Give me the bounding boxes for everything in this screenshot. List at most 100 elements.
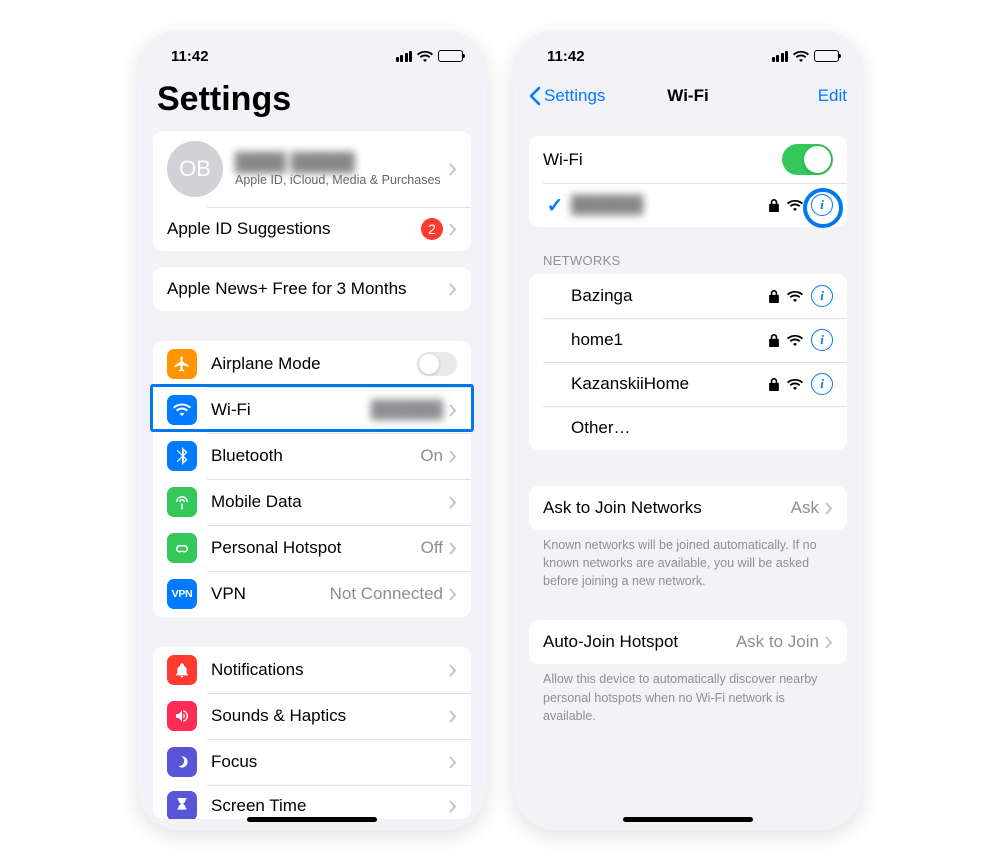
ask-to-join-value: Ask	[791, 498, 819, 518]
chevron-right-icon	[449, 588, 457, 601]
notifications-label: Notifications	[211, 660, 449, 680]
home-indicator[interactable]	[623, 817, 753, 822]
profile-subtitle: Apple ID, iCloud, Media & Purchases	[235, 173, 449, 187]
wifi-signal-icon	[787, 290, 803, 302]
focus-label: Focus	[211, 752, 449, 772]
speaker-icon	[167, 701, 197, 731]
avatar: OB	[167, 141, 223, 197]
airplane-toggle[interactable]	[417, 352, 457, 376]
status-indicators	[396, 50, 464, 62]
info-button[interactable]: i	[811, 329, 833, 351]
page-title: Settings	[137, 74, 487, 131]
wifi-toggle-row: Wi-Fi	[529, 136, 847, 183]
mobile-data-label: Mobile Data	[211, 492, 449, 512]
sounds-haptics-row[interactable]: Sounds & Haptics	[153, 693, 471, 739]
connected-network-row[interactable]: ✓ ██████ i	[529, 183, 847, 227]
ask-to-join-footer: Known networks will be joined automatica…	[529, 530, 847, 590]
apple-id-suggestions-label: Apple ID Suggestions	[167, 219, 421, 239]
vpn-value: Not Connected	[330, 584, 443, 604]
screen-time-label: Screen Time	[211, 796, 449, 816]
wifi-status-icon	[793, 50, 809, 62]
network-row[interactable]: home1 i	[529, 318, 847, 362]
chevron-right-icon	[449, 404, 457, 417]
vpn-label: VPN	[211, 584, 330, 604]
info-button[interactable]: i	[811, 285, 833, 307]
status-time: 11:42	[547, 48, 585, 65]
airplane-mode-row[interactable]: Airplane Mode	[153, 341, 471, 387]
chevron-right-icon	[449, 496, 457, 509]
status-indicators	[772, 50, 840, 62]
wifi-row[interactable]: Wi-Fi ██████	[153, 387, 471, 433]
chevron-right-icon	[449, 710, 457, 723]
auto-join-label: Auto-Join Hotspot	[543, 632, 736, 652]
bluetooth-icon	[167, 441, 197, 471]
nav-bar: Settings Wi-Fi Edit	[513, 74, 863, 118]
status-bar: 11:42	[513, 30, 863, 74]
apple-news-promo-row[interactable]: Apple News+ Free for 3 Months	[153, 267, 471, 311]
auto-join-value: Ask to Join	[736, 632, 819, 652]
phone-settings: 11:42 Settings OB ████ █████ Apple ID, i…	[137, 30, 487, 830]
bell-icon	[167, 655, 197, 685]
network-row[interactable]: KazanskiiHome i	[529, 362, 847, 406]
lock-icon	[769, 199, 779, 212]
wifi-toggle[interactable]	[782, 144, 833, 175]
airplane-icon	[167, 349, 197, 379]
wifi-value: ██████	[371, 400, 443, 420]
edit-button[interactable]: Edit	[818, 86, 847, 106]
screen-time-row[interactable]: Screen Time	[153, 785, 471, 819]
ask-to-join-row[interactable]: Ask to Join Networks Ask	[529, 486, 847, 530]
info-button[interactable]: i	[811, 194, 833, 216]
antenna-icon	[167, 487, 197, 517]
vpn-row[interactable]: VPN VPN Not Connected	[153, 571, 471, 617]
network-name: Bazinga	[571, 286, 769, 306]
bluetooth-row[interactable]: Bluetooth On	[153, 433, 471, 479]
wifi-signal-icon	[787, 199, 803, 211]
chevron-right-icon	[449, 800, 457, 813]
vpn-icon: VPN	[167, 579, 197, 609]
network-name: KazanskiiHome	[571, 374, 769, 394]
chevron-right-icon	[449, 542, 457, 555]
sounds-label: Sounds & Haptics	[211, 706, 449, 726]
status-time: 11:42	[171, 48, 209, 65]
cellular-signal-icon	[396, 51, 413, 62]
chevron-right-icon	[825, 636, 833, 649]
chevron-right-icon	[449, 664, 457, 677]
cellular-signal-icon	[772, 51, 789, 62]
back-label: Settings	[544, 86, 605, 106]
network-row[interactable]: Bazinga i	[529, 274, 847, 318]
auto-join-hotspot-row[interactable]: Auto-Join Hotspot Ask to Join	[529, 620, 847, 664]
hotspot-icon	[167, 533, 197, 563]
back-button[interactable]: Settings	[529, 86, 605, 106]
connected-network-name: ██████	[571, 195, 643, 215]
chevron-right-icon	[449, 756, 457, 769]
apple-id-row[interactable]: OB ████ █████ Apple ID, iCloud, Media & …	[153, 131, 471, 207]
focus-row[interactable]: Focus	[153, 739, 471, 785]
promo-label: Apple News+ Free for 3 Months	[167, 279, 449, 299]
notifications-row[interactable]: Notifications	[153, 647, 471, 693]
battery-icon	[438, 50, 463, 62]
other-network-row[interactable]: Other…	[529, 406, 847, 450]
bluetooth-label: Bluetooth	[211, 446, 420, 466]
lock-icon	[769, 378, 779, 391]
hourglass-icon	[167, 791, 197, 819]
airplane-label: Airplane Mode	[211, 354, 417, 374]
hotspot-label: Personal Hotspot	[211, 538, 421, 558]
check-icon: ✓	[543, 193, 567, 218]
status-bar: 11:42	[137, 30, 487, 74]
chevron-right-icon	[449, 163, 457, 176]
auto-join-footer: Allow this device to automatically disco…	[529, 664, 847, 724]
bluetooth-value: On	[420, 446, 443, 466]
wifi-toggle-label: Wi-Fi	[543, 150, 782, 170]
personal-hotspot-row[interactable]: Personal Hotspot Off	[153, 525, 471, 571]
mobile-data-row[interactable]: Mobile Data	[153, 479, 471, 525]
nav-title: Wi-Fi	[667, 86, 708, 106]
home-indicator[interactable]	[247, 817, 377, 822]
chevron-right-icon	[449, 283, 457, 296]
networks-header: Networks	[529, 249, 847, 274]
network-name: home1	[571, 330, 769, 350]
info-button[interactable]: i	[811, 373, 833, 395]
apple-id-suggestions-row[interactable]: Apple ID Suggestions 2	[153, 207, 471, 251]
phone-wifi: 11:42 Settings Wi-Fi Edit Wi-Fi ✓ ██████	[513, 30, 863, 830]
wifi-status-icon	[417, 50, 433, 62]
battery-icon	[814, 50, 839, 62]
